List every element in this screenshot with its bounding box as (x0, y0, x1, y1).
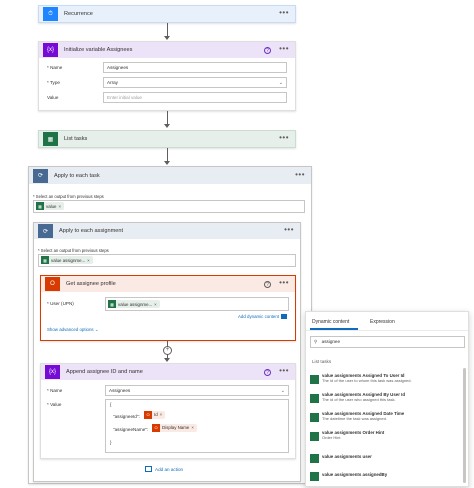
tabs-divider (306, 330, 468, 331)
planner-icon (310, 454, 319, 463)
init-var-title: Initialize variable Assignees (64, 47, 133, 53)
arrow-down-icon (164, 36, 170, 40)
chevron-down-icon: ⌄ (280, 388, 285, 394)
list-tasks-card[interactable]: ▦ List tasks ••• (38, 130, 296, 148)
recurrence-title: Recurrence (64, 11, 93, 17)
clock-icon: ⏱ (43, 7, 58, 21)
remove-token-icon[interactable]: × (59, 204, 62, 209)
show-advanced-options-link[interactable]: Show advanced options ⌄ (47, 327, 99, 333)
connector (167, 111, 168, 125)
section-label: List tasks (312, 359, 332, 364)
list-item[interactable]: value assignments Assigned By User Id The… (310, 392, 460, 407)
chevron-down-icon: ⌄ (278, 80, 283, 86)
office-icon: O (152, 424, 160, 432)
variable-icon: {x} (45, 365, 60, 379)
value-label: * Value (47, 402, 62, 407)
arrow-down-icon (164, 124, 170, 128)
list-item[interactable]: value assignments assignedBy (310, 470, 460, 485)
tab-expression[interactable]: Expression (370, 319, 395, 325)
list-item[interactable]: value assignments Assigned Date Time The … (310, 411, 460, 426)
office-icon: O (144, 411, 152, 419)
select-output-label: * Select an output from previous steps (38, 248, 109, 253)
get-assignee-profile-card[interactable]: O Get assignee profile ? ••• * User (UPN… (40, 275, 296, 341)
loop-icon: ⟳ (38, 224, 53, 238)
more-options-icon[interactable]: ••• (279, 366, 289, 375)
remove-token-icon[interactable]: × (87, 258, 90, 263)
remove-token-icon[interactable]: × (154, 302, 157, 307)
recurrence-card[interactable]: ⏱ Recurrence ••• (38, 5, 296, 23)
planner-icon: ▦ (41, 256, 49, 264)
json-close-brace: } (110, 440, 112, 445)
list-item[interactable]: value assignments Order Hint Order Hint (310, 430, 460, 445)
planner-icon (310, 413, 319, 422)
more-options-icon[interactable]: ••• (284, 225, 294, 234)
panel-scrollbar[interactable] (463, 368, 466, 483)
arrow-down-icon (164, 161, 170, 165)
value-editor[interactable]: { "assigneeId": O Id × "assigneeName": O … (105, 399, 289, 453)
select-output-input[interactable] (33, 200, 305, 213)
initialize-variable-card[interactable]: {x} Initialize variable Assignees ? ••• … (38, 41, 296, 111)
type-select[interactable]: Array ⌄ (103, 77, 287, 88)
id-token[interactable]: O Id × (144, 411, 166, 419)
insert-step-icon[interactable]: + (163, 346, 172, 355)
tab-dynamic-content[interactable]: Dynamic content (312, 319, 349, 325)
planner-icon (310, 394, 319, 403)
value-label: Value (47, 95, 59, 100)
planner-icon (310, 432, 319, 441)
search-icon: ⚲ (314, 339, 318, 344)
dynamic-content-panel[interactable]: Dynamic content Expression ⚲ assignee Li… (305, 311, 469, 487)
assignee-name-key: "assigneeName": (113, 427, 149, 432)
select-output-label: * Select an output from previous steps (33, 194, 104, 199)
name-input[interactable]: Assignees (103, 62, 287, 73)
arrow-down-icon (164, 358, 170, 362)
list-item[interactable]: value assignments user (310, 452, 460, 467)
add-action-button[interactable]: Add an action (145, 466, 183, 472)
value-assignments-token[interactable]: ▦ value assignme... × (41, 256, 93, 264)
list-item[interactable]: value assignments Assigned To User Id The… (310, 373, 460, 388)
apply-inner-title: Apply to each assignment (59, 228, 124, 234)
help-icon[interactable]: ? (264, 369, 271, 376)
name-select[interactable]: Assignees ⌄ (105, 385, 289, 396)
list-tasks-title: List tasks (64, 136, 88, 142)
planner-icon (310, 472, 319, 481)
value-assignments-token[interactable]: ▦ value assignme... × (108, 300, 160, 308)
planner-icon: ▦ (108, 300, 116, 308)
name-label: * Name (47, 388, 63, 393)
value-input[interactable]: Enter initial value (103, 92, 287, 103)
planner-icon: ▦ (43, 132, 58, 146)
help-icon[interactable]: ? (264, 281, 271, 288)
name-label: * Name (47, 65, 63, 70)
apply-outer-title: Apply to each task (54, 172, 100, 179)
append-title: Append assignee ID and name (66, 369, 143, 375)
dynamic-search-input[interactable]: ⚲ assignee (310, 336, 465, 348)
more-options-icon[interactable]: ••• (279, 44, 289, 53)
connector (167, 23, 168, 37)
variable-icon: {x} (43, 43, 58, 57)
type-label: * Type (47, 80, 60, 85)
assignee-id-key: "assigneeId": (113, 414, 140, 419)
display-name-token[interactable]: O Display Name × (152, 424, 197, 432)
remove-token-icon[interactable]: × (191, 425, 194, 431)
get-profile-title: Get assignee profile (66, 281, 116, 287)
planner-icon: ▦ (36, 202, 44, 210)
planner-icon (310, 375, 319, 384)
more-options-icon[interactable]: ••• (279, 133, 289, 142)
remove-token-icon[interactable]: × (160, 412, 163, 418)
add-action-icon (145, 466, 152, 472)
more-options-icon[interactable]: ••• (279, 278, 289, 287)
more-options-icon[interactable]: ••• (295, 170, 305, 179)
help-icon[interactable]: ? (264, 47, 271, 54)
connector (167, 148, 168, 162)
dynamic-content-icon (281, 314, 287, 319)
json-open-brace: { (110, 402, 112, 407)
more-options-icon[interactable]: ••• (279, 8, 289, 17)
user-upn-label: * User (UPN) (47, 301, 74, 306)
append-assignee-card[interactable]: {x} Append assignee ID and name ? ••• * … (40, 363, 296, 459)
value-token[interactable]: ▦ value × (36, 202, 65, 210)
add-dynamic-content-link[interactable]: Add dynamic content (238, 314, 287, 319)
office-icon: O (45, 277, 60, 291)
loop-icon: ⟳ (33, 168, 48, 183)
chevron-down-icon: ⌄ (94, 327, 99, 332)
